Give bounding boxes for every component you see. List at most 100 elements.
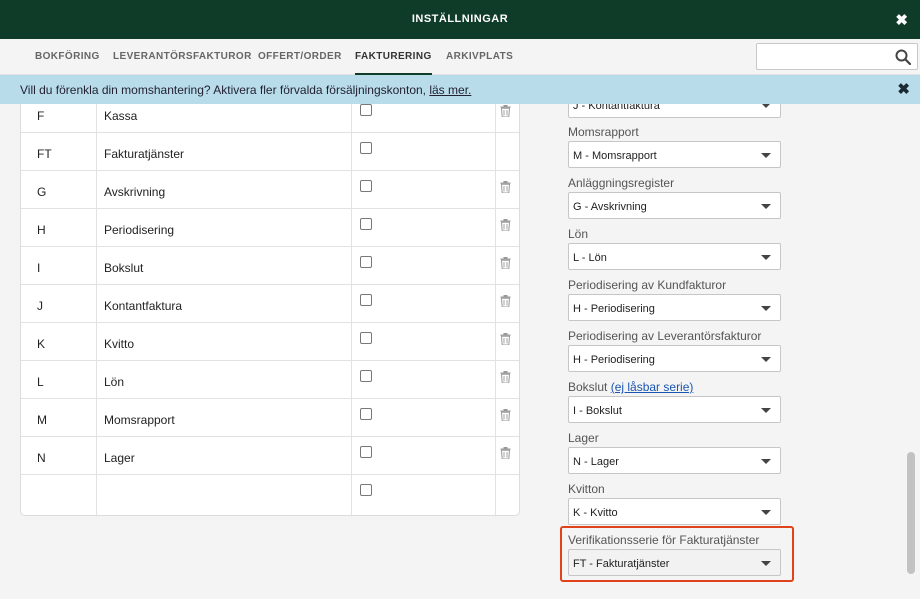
banner-read-more-link[interactable]: läs mer.	[429, 83, 471, 97]
trash-icon[interactable]	[500, 257, 511, 269]
series-name: Fakturatjänster	[104, 147, 185, 161]
trash-icon[interactable]	[500, 295, 511, 307]
chevron-down-icon	[761, 104, 771, 108]
series-name: Kontantfaktura	[104, 299, 183, 313]
select-value: K - Kvitto	[573, 507, 618, 519]
label-bokslut: Bokslut (ej låsbar serie)	[568, 380, 693, 394]
tab-fakturering[interactable]: FAKTURERING	[355, 51, 432, 76]
scrollbar-thumb[interactable]	[907, 452, 915, 574]
tab-bokforing[interactable]: BOKFÖRING	[35, 51, 100, 62]
series-code: I	[37, 261, 41, 275]
select-lon[interactable]: L - Lön	[568, 243, 781, 270]
table-row: H Periodisering	[21, 209, 519, 247]
chevron-down-icon	[761, 255, 771, 260]
series-checkbox[interactable]	[360, 142, 372, 154]
search-icon[interactable]	[895, 49, 911, 65]
select-momsrapport[interactable]: M - Momsrapport	[568, 141, 781, 168]
series-checkbox[interactable]	[360, 332, 372, 344]
select-anlaggningsregister[interactable]: G - Avskrivning	[568, 192, 781, 219]
series-code: J	[37, 299, 43, 313]
select-value: N - Lager	[573, 456, 619, 468]
trash-icon[interactable]	[500, 219, 511, 231]
table-row: L Lön	[21, 361, 519, 399]
series-checkbox[interactable]	[360, 180, 372, 192]
chevron-down-icon	[761, 510, 771, 515]
series-code: H	[37, 223, 46, 237]
chevron-down-icon	[761, 459, 771, 464]
series-checkbox[interactable]	[360, 446, 372, 458]
series-checkbox[interactable]	[360, 104, 372, 116]
label-periodisering-kundfakturor: Periodisering av Kundfakturor	[568, 278, 727, 292]
label-bokslut-text: Bokslut	[568, 380, 608, 394]
series-code: M	[37, 413, 47, 427]
tab-leverantorsfakturor[interactable]: LEVERANTÖRSFAKTUROR	[113, 51, 252, 62]
label-lon: Lön	[568, 227, 589, 241]
series-checkbox[interactable]	[360, 484, 372, 496]
search-input[interactable]	[757, 44, 887, 69]
trash-icon[interactable]	[500, 409, 511, 421]
trash-icon[interactable]	[500, 333, 511, 345]
table-row-new	[21, 475, 519, 513]
series-checkbox[interactable]	[360, 408, 372, 420]
series-table: F Kassa FT Fakturatjänster G Avskrivning…	[20, 104, 520, 516]
chevron-down-icon	[761, 153, 771, 158]
content-area: F Kassa FT Fakturatjänster G Avskrivning…	[0, 104, 920, 599]
close-icon[interactable]: ✖	[895, 11, 908, 29]
info-banner: Vill du förenkla din momshantering? Akti…	[0, 75, 920, 104]
chevron-down-icon	[761, 408, 771, 413]
series-code: K	[37, 337, 46, 351]
banner-text: Vill du förenkla din momshantering? Akti…	[20, 83, 430, 97]
series-code: G	[37, 185, 47, 199]
select-value: I - Bokslut	[573, 405, 622, 417]
series-code: L	[37, 375, 44, 389]
banner-close-icon[interactable]: ✖	[897, 80, 910, 98]
trash-icon[interactable]	[500, 105, 511, 117]
table-row: FT Fakturatjänster	[21, 133, 519, 171]
trash-icon[interactable]	[500, 371, 511, 383]
label-lager: Lager	[568, 431, 599, 445]
select-value: J - Kontantfaktura	[573, 104, 660, 112]
table-row: F Kassa	[21, 104, 519, 133]
chevron-down-icon	[761, 204, 771, 209]
tab-offert-order[interactable]: OFFERT/ORDER	[258, 51, 342, 62]
series-name: Lager	[104, 451, 135, 465]
series-name: Periodisering	[104, 223, 175, 237]
label-periodisering-leverantorsfakturor: Periodisering av Leverantörsfakturor	[568, 329, 762, 343]
select-periodisering-kundfakturor[interactable]: H - Periodisering	[568, 294, 781, 321]
series-name: Lön	[104, 375, 125, 389]
series-checkbox[interactable]	[360, 370, 372, 382]
series-name: Bokslut	[104, 261, 144, 275]
select-kontantfaktura[interactable]: J - Kontantfaktura	[568, 104, 781, 118]
select-value: H - Periodisering	[573, 354, 655, 366]
banner-message: Vill du förenkla din momshantering? Akti…	[20, 83, 471, 97]
label-anlaggningsregister: Anläggningsregister	[568, 176, 675, 190]
chevron-down-icon	[761, 306, 771, 311]
select-value: M - Momsrapport	[573, 150, 657, 162]
series-code: FT	[37, 147, 52, 161]
series-checkbox[interactable]	[360, 256, 372, 268]
table-row: K Kvitto	[21, 323, 519, 361]
ej-lasbar-serie-link[interactable]: (ej låsbar serie)	[611, 380, 694, 394]
series-name: Avskrivning	[104, 185, 166, 199]
series-name: Kassa	[104, 109, 138, 123]
search-box	[756, 43, 918, 70]
highlight-frame	[560, 526, 794, 582]
select-periodisering-leverantorsfakturor[interactable]: H - Periodisering	[568, 345, 781, 372]
select-value: L - Lön	[573, 252, 607, 264]
table-row: I Bokslut	[21, 247, 519, 285]
trash-icon[interactable]	[500, 181, 511, 193]
tab-arkivplats[interactable]: ARKIVPLATS	[446, 51, 513, 62]
series-checkbox[interactable]	[360, 218, 372, 230]
select-value: H - Periodisering	[573, 303, 655, 315]
label-kvitton: Kvitton	[568, 482, 605, 496]
table-row: J Kontantfaktura	[21, 285, 519, 323]
select-kvitton[interactable]: K - Kvitto	[568, 498, 781, 525]
series-checkbox[interactable]	[360, 294, 372, 306]
select-bokslut[interactable]: I - Bokslut	[568, 396, 781, 423]
table-row: G Avskrivning	[21, 171, 519, 209]
table-row: N Lager	[21, 437, 519, 475]
select-lager[interactable]: N - Lager	[568, 447, 781, 474]
series-code: F	[37, 109, 45, 123]
chevron-down-icon	[761, 357, 771, 362]
trash-icon[interactable]	[500, 447, 511, 459]
